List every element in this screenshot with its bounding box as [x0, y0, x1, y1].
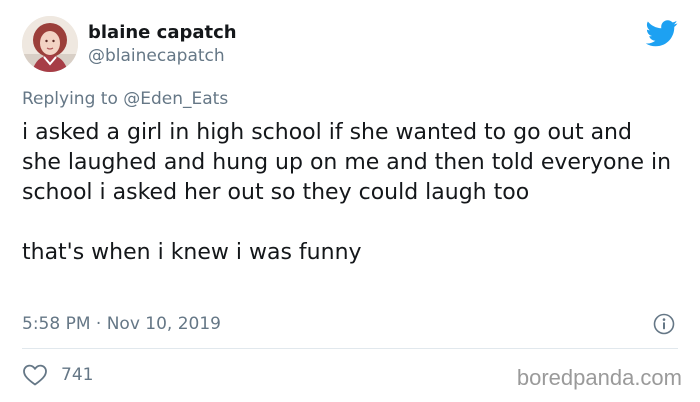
tweet-paragraph: i asked a girl in high school if she wan… — [22, 120, 672, 205]
avatar[interactable] — [22, 16, 78, 72]
replying-to: Replying to @Eden_Eats — [22, 88, 228, 110]
reply-handle-link[interactable]: @Eden_Eats — [123, 89, 228, 109]
twitter-bird-svg — [645, 20, 678, 47]
replying-prefix: Replying to — [22, 89, 124, 109]
twitter-bird-icon[interactable] — [645, 20, 678, 47]
display-name[interactable]: blaine capatch — [88, 22, 237, 44]
like-button[interactable]: 741 — [22, 363, 93, 387]
tweet-paragraph: that's when i knew i was funny — [22, 240, 362, 265]
info-icon[interactable] — [653, 313, 675, 335]
profile-photo — [22, 16, 78, 72]
tweet-text: i asked a girl in high school if she wan… — [22, 118, 672, 268]
like-count: 741 — [61, 365, 94, 385]
watermark: boredpanda.com — [516, 365, 682, 390]
tweet-timestamp[interactable]: 5:58 PM · Nov 10, 2019 — [22, 313, 221, 335]
user-handle[interactable]: @blainecapatch — [88, 45, 225, 67]
heart-icon — [23, 364, 47, 386]
info-icon-svg — [653, 313, 675, 335]
divider — [22, 348, 678, 349]
